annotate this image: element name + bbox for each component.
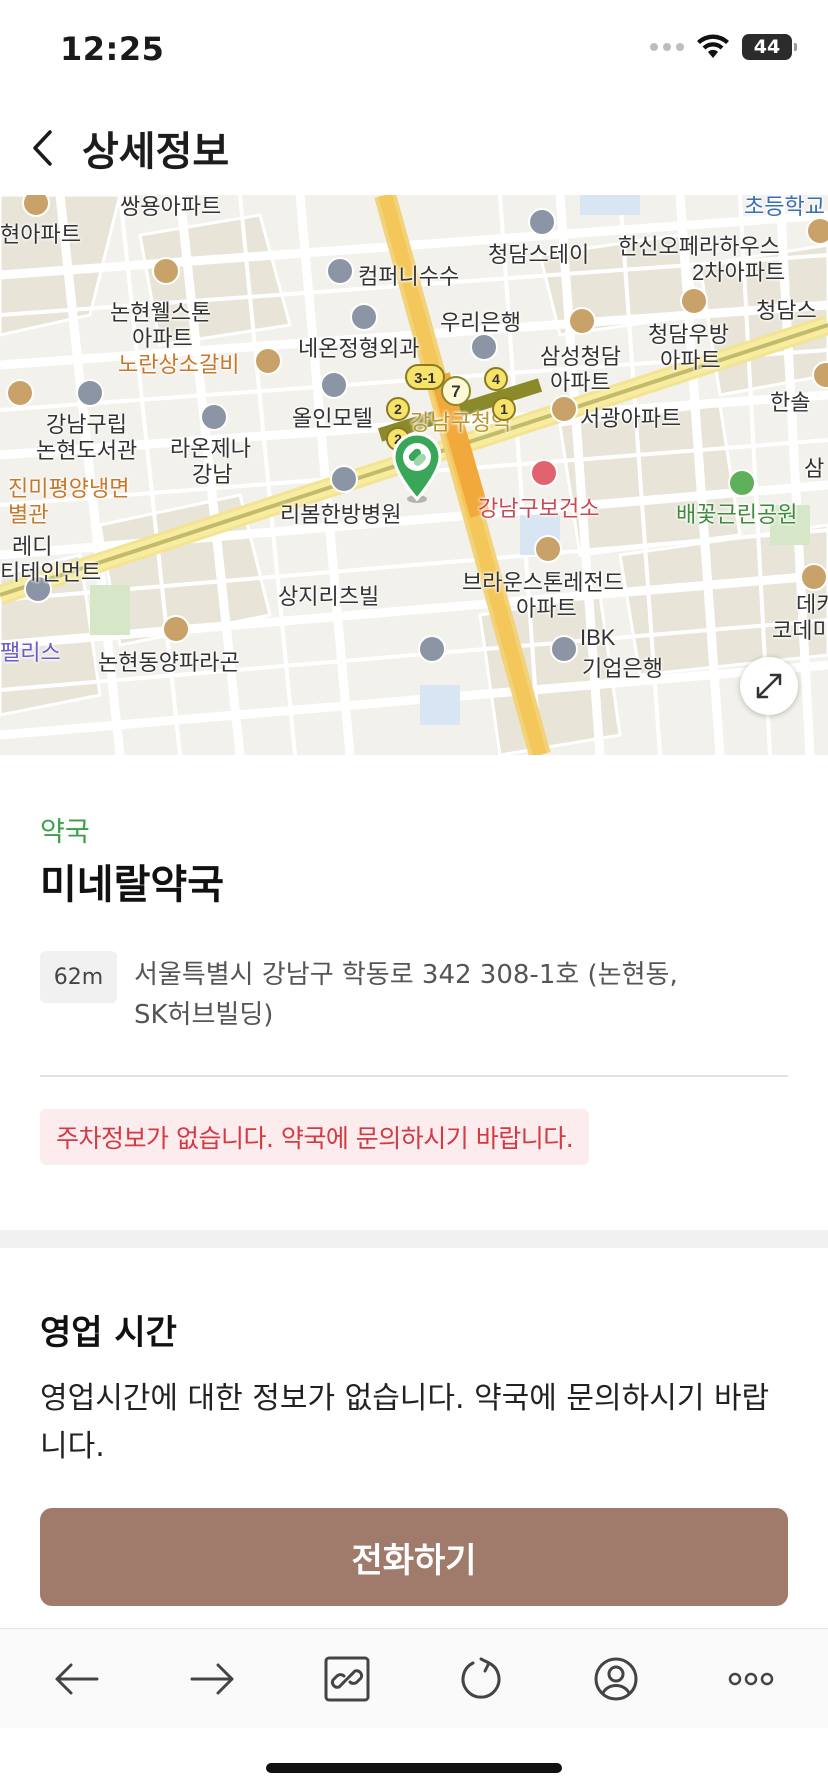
map-label: 코데미어	[772, 618, 828, 643]
forward-nav-button[interactable]	[172, 1639, 252, 1719]
subway-badge: 2	[394, 401, 402, 417]
wifi-icon	[697, 34, 729, 58]
browser-toolbar	[0, 1628, 828, 1728]
map-label: 청담스	[756, 298, 817, 323]
apartment-poi-icon	[534, 535, 562, 563]
map-label: 상지리츠빌	[278, 584, 380, 609]
header: 상세정보	[0, 100, 828, 195]
restaurant-poi-icon	[6, 379, 34, 407]
apartment-poi-icon	[680, 287, 708, 315]
link-icon	[324, 1656, 370, 1701]
map-label: 아파트	[516, 596, 577, 621]
refresh-icon	[461, 1657, 501, 1699]
map-label: 티테인먼트	[0, 560, 102, 585]
restaurant-poi-icon	[254, 347, 282, 375]
hospital-poi-icon	[350, 303, 378, 331]
building-poi-icon	[528, 208, 556, 236]
cellular-signal-icon	[650, 43, 684, 51]
status-time: 12:25	[60, 30, 165, 68]
library-poi-icon	[76, 379, 104, 407]
page-title: 상세정보	[82, 128, 230, 175]
more-icon	[728, 1672, 773, 1685]
cafe-poi-icon	[200, 403, 228, 431]
divider	[40, 1075, 788, 1077]
hours-title: 영업 시간	[40, 1313, 177, 1353]
map-label: 강남	[192, 462, 233, 487]
map-label: 논현동양파라곤	[98, 650, 240, 675]
status-bar: 12:25 44	[0, 0, 828, 100]
back-button[interactable]	[2, 108, 82, 188]
map-label: 기업은행	[582, 656, 663, 681]
map-view[interactable]: 쌍용아파트 현아파트 청담스테이 초등학교 한신오페라하우스 2차아파트 청담스…	[0, 195, 828, 755]
map-label: 아파트	[550, 370, 611, 395]
share-link-button[interactable]	[307, 1639, 387, 1719]
map-label: 우리은행	[440, 310, 521, 335]
map-label: 팰리스	[0, 640, 61, 665]
map-label: 서광아파트	[580, 406, 682, 431]
apartment-poi-icon	[550, 395, 578, 423]
apartment-poi-icon	[568, 307, 596, 335]
refresh-button[interactable]	[441, 1639, 521, 1719]
forward-arrow-icon	[190, 1663, 234, 1694]
map-label: 2차아파트	[692, 260, 786, 285]
chevron-left-icon	[33, 129, 52, 166]
map-label: 올인모텔	[292, 406, 373, 431]
call-button[interactable]: 전화하기	[40, 1508, 788, 1606]
battery-indicator: 44	[742, 34, 797, 60]
map-label: 현아파트	[0, 222, 81, 247]
place-category: 약국	[40, 817, 90, 848]
subway-badge: 1	[500, 401, 508, 417]
map-label: 컴퍼니수수	[358, 264, 460, 289]
map-label: 삼	[804, 456, 825, 481]
map-label: IBK	[580, 625, 616, 650]
home-indicator	[266, 1763, 562, 1773]
hours-text: 영업시간에 대한 정보가 없습니다. 약국에 문의하시기 바랍니다.	[40, 1381, 770, 1464]
profile-icon	[594, 1657, 638, 1700]
map-label: 한솔	[770, 390, 811, 415]
bank-poi-icon	[470, 333, 498, 361]
map-label: 논현도서관	[36, 438, 138, 463]
building-poi-icon	[418, 635, 446, 663]
health-center-poi-icon	[530, 459, 558, 487]
subway-badge: 7	[451, 382, 460, 401]
hotel-poi-icon	[320, 371, 348, 399]
more-button[interactable]	[711, 1639, 791, 1719]
map-label: 배꽃근린공원	[676, 502, 798, 527]
map-label: 쌍용아파트	[120, 195, 222, 219]
back-nav-button[interactable]	[37, 1639, 117, 1719]
map-label: 아파트	[660, 348, 721, 373]
map-label: 초등학교	[744, 195, 825, 219]
map-label: 네온정형외과	[298, 336, 420, 361]
music-poi-icon	[326, 257, 354, 285]
map-label: 청담스테이	[488, 242, 590, 267]
section-divider	[0, 1230, 828, 1248]
place-name: 미네랄약국	[40, 862, 224, 908]
expand-icon	[756, 673, 782, 699]
distance-badge: 62m	[40, 951, 117, 1003]
map-label: 노란상소갈비	[118, 352, 240, 377]
place-address[interactable]: 서울특별시 강남구 학동로 342 308-1호 (논현동, SK허브빌딩)	[134, 955, 694, 1035]
map-label: 리봄한방병원	[280, 502, 402, 527]
hospital-poi-icon	[330, 465, 358, 493]
back-arrow-icon	[55, 1663, 99, 1694]
apartment-poi-icon	[806, 217, 828, 245]
apartment-poi-icon	[162, 615, 190, 643]
map-label: 강남구보건소	[478, 496, 600, 521]
bank-poi-icon	[550, 635, 578, 663]
subway-badge: 4	[492, 371, 500, 387]
profile-button[interactable]	[576, 1639, 656, 1719]
parking-notice: 주차정보가 없습니다. 약국에 문의하시기 바랍니다.	[40, 1109, 590, 1165]
apartment-poi-icon	[152, 257, 180, 285]
map-expand-button[interactable]	[740, 657, 798, 715]
park-poi-icon	[728, 469, 756, 497]
subway-badge: 3-1	[414, 370, 436, 387]
map-label: 별관	[8, 502, 49, 527]
pharmacy-pin-icon[interactable]	[390, 433, 444, 505]
status-indicators: 44	[650, 34, 797, 60]
